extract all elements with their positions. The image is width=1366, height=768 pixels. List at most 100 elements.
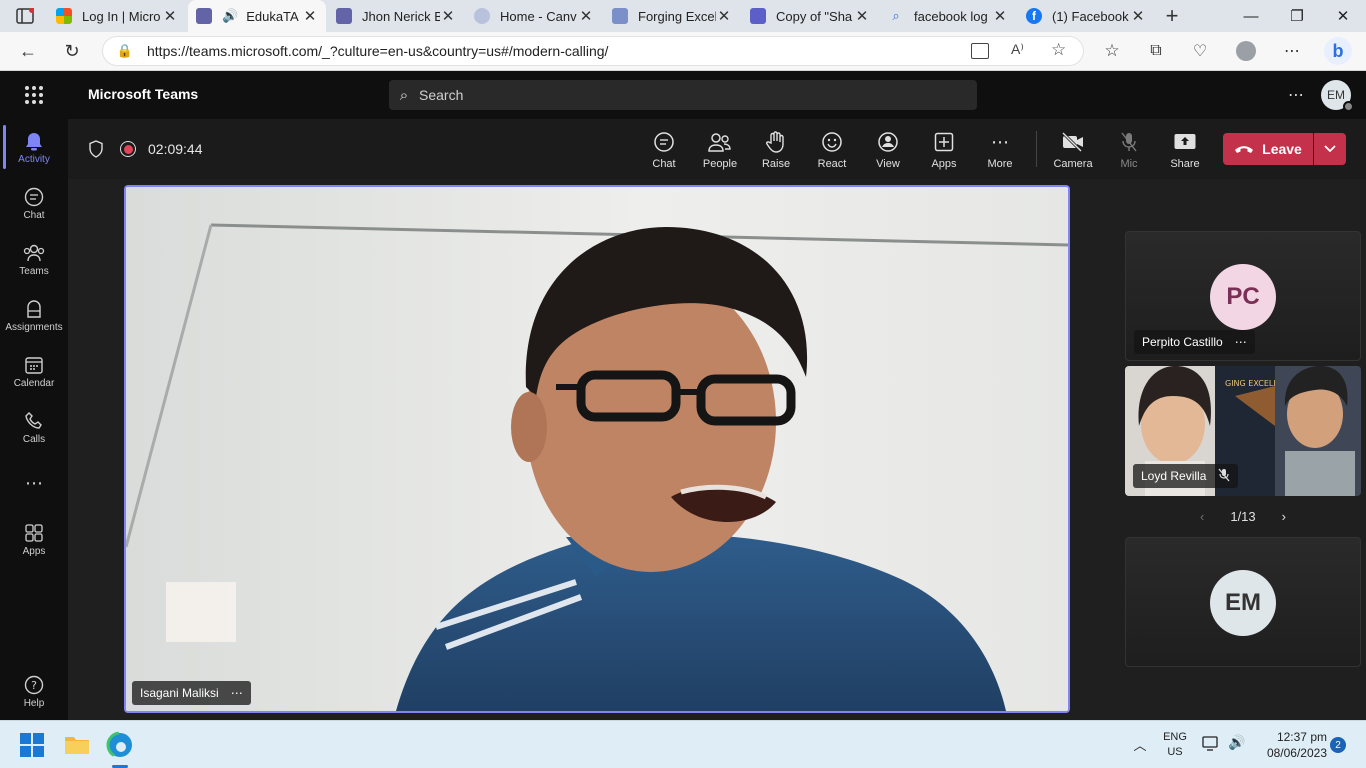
rail-item-calendar[interactable]: Calendar bbox=[0, 343, 68, 399]
settings-more-icon[interactable]: ⋯ bbox=[1284, 83, 1308, 107]
rail-label: Activity bbox=[18, 153, 50, 165]
close-tab-icon[interactable]: ✕ bbox=[578, 7, 594, 25]
favorite-star-icon[interactable]: ☆ bbox=[1051, 40, 1066, 60]
rail-label: Help bbox=[23, 697, 45, 709]
date-text: 08/06/2023 bbox=[1266, 746, 1327, 760]
apps-button[interactable]: Apps bbox=[916, 129, 972, 173]
read-aloud-icon[interactable]: A⁾ bbox=[1011, 41, 1024, 58]
self-tile[interactable]: EM bbox=[1125, 537, 1361, 667]
browser-tab-bar: Log In | Micro ✕ 🔊 EdukaTA ✕ Jhon Nerick… bbox=[0, 0, 1366, 32]
control-divider bbox=[1036, 131, 1037, 167]
refresh-icon[interactable]: ↻ bbox=[60, 40, 84, 62]
calendar-icon bbox=[23, 354, 45, 376]
participant-name: Loyd Revilla bbox=[1141, 469, 1207, 483]
user-avatar[interactable]: EM bbox=[1321, 80, 1354, 112]
url-field[interactable]: 🔒 https://teams.microsoft.com/_?culture=… bbox=[102, 36, 1084, 66]
browser-tab-0[interactable]: Log In | Micro ✕ bbox=[48, 0, 186, 32]
back-icon[interactable]: ← bbox=[16, 40, 40, 62]
rail-item-teams[interactable]: Teams bbox=[0, 231, 68, 287]
search-input[interactable]: ⌕ Search bbox=[389, 80, 977, 110]
close-tab-icon[interactable]: ✕ bbox=[440, 7, 456, 25]
canvas-favicon-icon bbox=[474, 8, 490, 24]
call-control-bar: 02:09:44 Chat People Raise React View Ap… bbox=[68, 119, 1366, 179]
close-tab-icon[interactable]: ✕ bbox=[854, 7, 870, 25]
file-explorer-icon[interactable] bbox=[64, 733, 90, 757]
leave-button[interactable]: Leave bbox=[1223, 133, 1313, 165]
language-indicator[interactable]: ENG US bbox=[1160, 730, 1190, 760]
browser-tab-6[interactable]: ⌕ facebook log ✕ bbox=[880, 0, 1016, 32]
search-favicon-icon: ⌕ bbox=[892, 8, 900, 23]
main-speaker-video[interactable]: Isagani Maliksi ⋯ bbox=[124, 185, 1070, 713]
close-tab-icon[interactable]: ✕ bbox=[162, 7, 178, 25]
participant-tile[interactable]: PC Perpito Castillo ⋯ bbox=[1125, 231, 1361, 361]
windows-start-icon[interactable] bbox=[20, 733, 44, 757]
more-options-icon[interactable]: ⋯ bbox=[1235, 335, 1247, 349]
chevron-right-icon[interactable]: › bbox=[1282, 509, 1286, 524]
more-button[interactable]: ⋯ More bbox=[972, 129, 1028, 173]
close-tab-icon[interactable]: ✕ bbox=[716, 7, 732, 25]
network-icon[interactable] bbox=[1202, 736, 1220, 752]
close-tab-icon[interactable]: ✕ bbox=[992, 7, 1008, 25]
favorites-icon[interactable]: ☆ bbox=[1100, 40, 1124, 62]
tab-actions-icon[interactable] bbox=[14, 6, 36, 26]
settings-more-icon[interactable]: ⋯ bbox=[1280, 40, 1304, 62]
teams-header: Microsoft Teams ⌕ Search ⋯ EM bbox=[0, 71, 1366, 119]
bing-icon[interactable]: b bbox=[1322, 36, 1354, 66]
mic-button[interactable]: Mic bbox=[1101, 129, 1157, 173]
speaker-icon[interactable]: 🔊 bbox=[222, 8, 238, 24]
profile-icon[interactable] bbox=[1234, 40, 1258, 62]
rail-item-apps[interactable]: Apps bbox=[0, 511, 68, 567]
rail-item-calls[interactable]: Calls bbox=[0, 399, 68, 455]
search-icon: ⌕ bbox=[399, 86, 409, 104]
call-chat-button[interactable]: Chat bbox=[636, 129, 692, 173]
show-hidden-icons[interactable]: ︿ bbox=[1130, 735, 1150, 755]
browser-tab-3[interactable]: Home - Canv ✕ bbox=[466, 0, 602, 32]
tab-title: facebook log bbox=[914, 8, 988, 24]
leave-options-button[interactable] bbox=[1314, 133, 1346, 165]
chevron-left-icon[interactable]: ‹ bbox=[1200, 509, 1204, 524]
close-tab-icon[interactable]: ✕ bbox=[1130, 7, 1146, 25]
restore-icon[interactable]: ❐ bbox=[1274, 0, 1320, 32]
clock[interactable]: 12:37 pm 08/06/2023 bbox=[1255, 729, 1327, 761]
shield-icon[interactable] bbox=[86, 139, 106, 159]
share-button[interactable]: Share bbox=[1157, 129, 1213, 173]
rail-label: Calendar bbox=[13, 377, 55, 389]
leave-label: Leave bbox=[1262, 141, 1302, 157]
rail-item-chat[interactable]: Chat bbox=[0, 175, 68, 231]
close-window-icon[interactable]: ✕ bbox=[1320, 0, 1366, 32]
performance-icon[interactable]: ♡ bbox=[1188, 40, 1212, 62]
mic-off-icon bbox=[1218, 468, 1230, 485]
rail-item-activity[interactable]: Activity bbox=[0, 119, 68, 175]
new-tab-icon[interactable]: + bbox=[1160, 3, 1184, 28]
camera-button[interactable]: Camera bbox=[1045, 129, 1101, 173]
close-tab-icon[interactable]: ✕ bbox=[302, 7, 318, 25]
minimize-icon[interactable]: — bbox=[1228, 0, 1274, 32]
rail-item-help[interactable]: ? Help bbox=[0, 663, 68, 719]
url-text: https://teams.microsoft.com/_?culture=en… bbox=[147, 43, 609, 59]
browser-tab-1-active[interactable]: 🔊 EdukaTA ✕ bbox=[188, 0, 326, 32]
lock-icon[interactable]: 🔒 bbox=[103, 43, 147, 59]
react-button[interactable]: React bbox=[804, 129, 860, 173]
rail-item-assignments[interactable]: Assignments bbox=[0, 287, 68, 343]
browser-tab-5[interactable]: Copy of "Sha ✕ bbox=[742, 0, 878, 32]
participant-video-tile[interactable]: GING EXCELLEN Loyd Revilla bbox=[1125, 366, 1361, 496]
browser-tab-4[interactable]: Forging Excel ✕ bbox=[604, 0, 740, 32]
more-options-icon[interactable]: ⋯ bbox=[231, 686, 243, 700]
browser-tab-7[interactable]: f (1) Facebook ✕ bbox=[1018, 0, 1154, 32]
browser-tab-2[interactable]: Jhon Nerick B ✕ bbox=[328, 0, 464, 32]
notification-badge[interactable]: 2 bbox=[1330, 737, 1346, 753]
raise-hand-button[interactable]: Raise bbox=[748, 129, 804, 173]
tab-title: Forging Excel bbox=[638, 8, 716, 24]
control-label: Camera bbox=[1053, 158, 1093, 170]
volume-icon[interactable]: 🔊 bbox=[1228, 734, 1248, 752]
edge-icon[interactable] bbox=[106, 731, 134, 759]
more-apps-icon[interactable]: ⋯ bbox=[0, 455, 68, 511]
control-label: More bbox=[987, 158, 1013, 170]
control-label: Mic bbox=[1120, 158, 1138, 170]
app-launcher-icon[interactable] bbox=[22, 83, 46, 107]
view-button[interactable]: View bbox=[860, 129, 916, 173]
people-button[interactable]: People bbox=[692, 129, 748, 173]
collections-icon[interactable]: ⧉ bbox=[1144, 40, 1168, 62]
teams-icon bbox=[23, 242, 45, 264]
camera-blocked-icon[interactable] bbox=[971, 43, 989, 59]
